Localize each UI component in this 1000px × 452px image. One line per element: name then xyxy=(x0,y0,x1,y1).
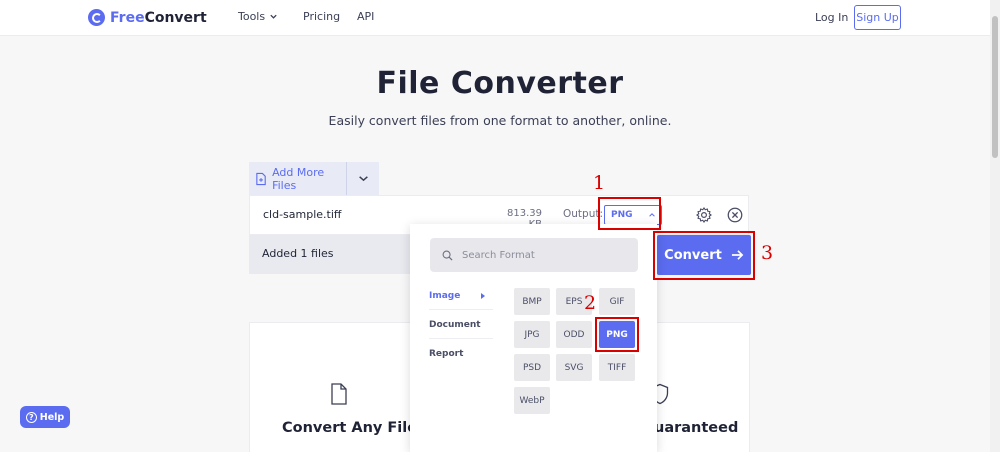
file-icon xyxy=(331,383,347,405)
format-search-input[interactable] xyxy=(462,249,622,261)
category-report[interactable]: Report xyxy=(429,340,493,368)
add-more-files-button[interactable]: Add More Files xyxy=(249,162,347,195)
nav-pricing[interactable]: Pricing xyxy=(303,10,340,23)
page-title: File Converter xyxy=(376,66,624,101)
add-source-dropdown[interactable] xyxy=(347,173,379,184)
nav-tools-label: Tools xyxy=(238,10,266,23)
chevron-down-icon xyxy=(358,176,368,182)
format-jpg[interactable]: JPG xyxy=(514,321,550,348)
file-name: cld-sample.tiff xyxy=(263,208,342,221)
category-label: Document xyxy=(429,319,481,330)
annotation-box-step-1 xyxy=(598,197,661,230)
login-link[interactable]: Log In xyxy=(815,11,848,24)
logo-free: Free xyxy=(110,9,145,26)
format-webp[interactable]: WebP xyxy=(514,387,550,414)
add-files-bar: Add More Files xyxy=(249,162,379,195)
help-button[interactable]: ? Help xyxy=(20,406,70,428)
close-circle-icon[interactable] xyxy=(726,206,744,224)
annotation-box-step-3 xyxy=(653,231,755,280)
add-more-files-label: Add More Files xyxy=(272,165,325,192)
format-tiff[interactable]: TIFF xyxy=(599,354,635,381)
chevron-down-icon xyxy=(270,14,277,19)
format-bmp[interactable]: BMP xyxy=(514,288,550,315)
annotation-box-step-2 xyxy=(595,317,639,352)
nav-tools[interactable]: Tools xyxy=(238,10,278,23)
freeconvert-logo[interactable]: FreeConvert xyxy=(88,9,207,26)
caret-right-icon xyxy=(481,293,485,299)
annotation-number-1: 1 xyxy=(593,172,606,194)
annotation-number-2: 2 xyxy=(584,292,597,314)
format-svg[interactable]: SVG xyxy=(556,354,592,381)
help-label: Help xyxy=(39,411,65,423)
logo-text: FreeConvert xyxy=(110,10,207,26)
format-psd[interactable]: PSD xyxy=(514,354,550,381)
feature-card-convert-any-file: Convert Any File xyxy=(249,322,437,452)
feature-title-guaranteed: uaranteed xyxy=(654,420,739,436)
logo-icon xyxy=(88,9,105,26)
search-icon xyxy=(442,250,453,261)
annotation-number-3: 3 xyxy=(761,242,774,264)
output-label: Output: xyxy=(563,208,604,220)
top-navbar: FreeConvert Tools Pricing API Log In Sig… xyxy=(0,0,990,36)
logo-convert: Convert xyxy=(144,9,207,26)
nav-api[interactable]: API xyxy=(357,10,374,23)
category-label: Image xyxy=(429,290,461,301)
format-odd[interactable]: ODD xyxy=(556,321,592,348)
signup-button[interactable]: Sign Up xyxy=(854,5,901,30)
category-image[interactable]: Image xyxy=(429,282,493,310)
page-subtitle: Easily convert files from one format to … xyxy=(328,113,672,128)
gear-icon[interactable] xyxy=(695,206,713,224)
added-files-text: Added 1 files xyxy=(262,247,334,260)
category-label: Report xyxy=(429,349,464,359)
category-document[interactable]: Document xyxy=(429,311,493,339)
format-gif[interactable]: GIF xyxy=(599,288,635,315)
file-plus-icon xyxy=(256,172,266,185)
format-search-box[interactable] xyxy=(430,238,638,272)
help-icon: ? xyxy=(25,411,37,423)
feature-title-convert-any-file: Convert Any File xyxy=(282,420,418,436)
